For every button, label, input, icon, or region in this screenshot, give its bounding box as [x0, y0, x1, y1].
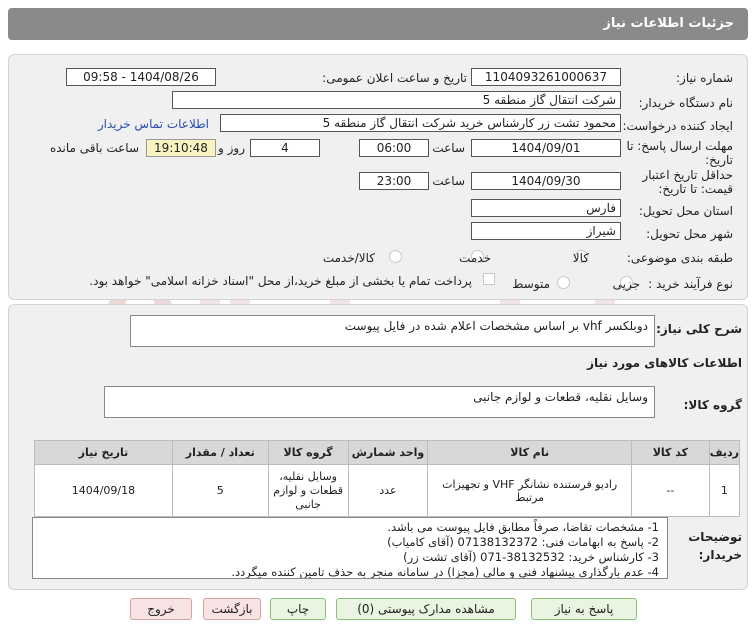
creator-field: محمود تشت زر کارشناس خرید شرکت انتقال گا…: [220, 114, 621, 132]
page-header: جزئیات اطلاعات نیاز: [8, 8, 748, 40]
goods-info-title: اطلاعات کالاهای مورد نیاز: [587, 356, 742, 370]
col-header-qty: تعداد / مقدار: [171, 440, 269, 465]
notes-label-2: خریدار:: [698, 548, 742, 562]
buyer-contact-link[interactable]: اطلاعات تماس خریدار: [98, 117, 209, 131]
process-option-minor: جزیی: [612, 277, 640, 291]
col-header-unit: واحد شمارش: [347, 440, 429, 465]
goods-group-label: گروه کالا:: [683, 398, 742, 412]
summary-label: شرح کلی نیاز:: [656, 322, 742, 336]
note-line-2: 2- پاسخ به ابهامات فنی: 07138132372 (آقا…: [387, 535, 659, 549]
cell-group: وسایل نقلیه، قطعات و لوازم جانبی: [267, 464, 349, 517]
col-header-code: کد کالا: [630, 440, 710, 465]
cell-qty: 5: [171, 464, 269, 517]
cell-code: --: [630, 464, 710, 517]
print-button[interactable]: چاپ: [270, 598, 326, 620]
back-button[interactable]: بازگشت: [203, 598, 261, 620]
announce-label: تاریخ و ساعت اعلان عمومی:: [322, 71, 467, 85]
deadline-date-field: 1404/09/01: [471, 139, 621, 157]
note-line-1: 1- مشخصات تقاضا، صرفاً مطابق فایل پیوست …: [387, 520, 659, 534]
category-label: طبقه بندی موضوعی:: [626, 251, 733, 265]
days-label: روز و: [218, 141, 245, 155]
payment-note: پرداخت تمام یا بخشی از مبلغ خرید،از محل …: [89, 274, 472, 288]
goods-group-textarea[interactable]: وسایل نقلیه، قطعات و لوازم جانبی: [104, 386, 655, 418]
cell-group-line-3: جانبی: [295, 497, 321, 511]
deadline-time-label: ساعت: [432, 141, 465, 155]
category-option-both: کالا/خدمت: [322, 251, 375, 265]
validity-label-2: قیمت: تا تاریخ:: [658, 182, 733, 196]
need-number-label: شماره نیاز:: [676, 71, 733, 85]
process-option-medium: متوسط: [512, 277, 550, 291]
category-radio-both[interactable]: [389, 250, 402, 263]
deadline-label: مهلت ارسال پاسخ: تا: [626, 139, 733, 153]
reply-button[interactable]: پاسخ به نیاز: [531, 598, 637, 620]
creator-label: ایجاد کننده درخواست:: [622, 119, 733, 133]
summary-text: دوبلکسر vhf بر اساس مشخصات اعلام شده در …: [344, 319, 648, 333]
notes-textarea[interactable]: 1- مشخصات تقاضا، صرفاً مطابق فایل پیوست …: [32, 517, 668, 579]
category-option-goods: کالا: [572, 251, 589, 265]
page-title: جزئیات اطلاعات نیاز: [603, 16, 734, 31]
col-header-name: نام کالا: [427, 440, 632, 465]
exit-button[interactable]: خروج: [130, 598, 192, 620]
process-label: نوع فرآیند خرید :: [648, 277, 733, 291]
validity-label: حداقل تاریخ اعتبار: [642, 168, 733, 182]
announce-field: 1404/08/26 - 09:58: [66, 68, 216, 86]
note-line-3: 3- کارشناس خرید: 38132532-071 (آقای تشت …: [403, 550, 659, 564]
table-header-row: ردیف کد کالا نام کالا واحد شمارش گروه کا…: [34, 440, 741, 465]
cell-group-line-1: وسایل نقلیه،: [279, 469, 337, 483]
cell-date: 1404/09/18: [34, 464, 173, 517]
process-radio-medium[interactable]: [557, 276, 570, 289]
buyer-org-field: شرکت انتقال گاز منطقه 5: [172, 91, 621, 109]
cell-row: 1: [708, 464, 741, 517]
validity-time-field: 23:00: [359, 172, 429, 190]
notes-label: توضیحات: [688, 530, 742, 544]
cell-unit: عدد: [347, 464, 429, 517]
validity-date-field: 1404/09/30: [471, 172, 621, 190]
cell-group-line-2: قطعات و لوازم: [273, 483, 344, 497]
city-label: شهر محل تحویل:: [646, 227, 733, 241]
col-header-group: گروه کالا: [267, 440, 349, 465]
items-table: ردیف کد کالا نام کالا واحد شمارش گروه کا…: [34, 440, 741, 517]
need-number-field: 1104093261000637: [471, 68, 621, 86]
attachments-button[interactable]: مشاهده مدارک پیوستی (0): [336, 598, 516, 620]
deadline-time-field: 06:00: [359, 139, 429, 157]
note-line-4: 4- عدم بارگذاری پیشنهاد فنی و مالی (مجزا…: [231, 565, 659, 579]
goods-group-text: وسایل نقلیه، قطعات و لوازم جانبی: [473, 390, 648, 404]
deadline-label-2: تاریخ:: [705, 153, 733, 167]
col-header-row: ردیف: [708, 440, 741, 465]
days-field: 4: [250, 139, 320, 157]
table-row: 1 -- رادیو فرستنده نشانگر VHF و تجهیزات …: [34, 464, 741, 517]
buyer-org-label: نام دستگاه خریدار:: [638, 96, 734, 110]
category-option-service: خدمت: [459, 251, 491, 265]
cell-name: رادیو فرستنده نشانگر VHF و تجهیزات مرتبط: [427, 464, 632, 517]
summary-textarea[interactable]: دوبلکسر vhf بر اساس مشخصات اعلام شده در …: [130, 315, 655, 347]
remaining-label: ساعت باقی مانده: [49, 141, 139, 155]
city-field: شیراز: [471, 222, 621, 240]
province-field: فارس: [471, 199, 621, 217]
province-label: استان محل تحویل:: [638, 204, 733, 218]
remaining-time-field: 19:10:48: [146, 139, 216, 157]
col-header-date: تاریخ نیاز: [34, 440, 173, 465]
treasury-checkbox[interactable]: [483, 273, 495, 285]
validity-time-label: ساعت: [432, 174, 465, 188]
